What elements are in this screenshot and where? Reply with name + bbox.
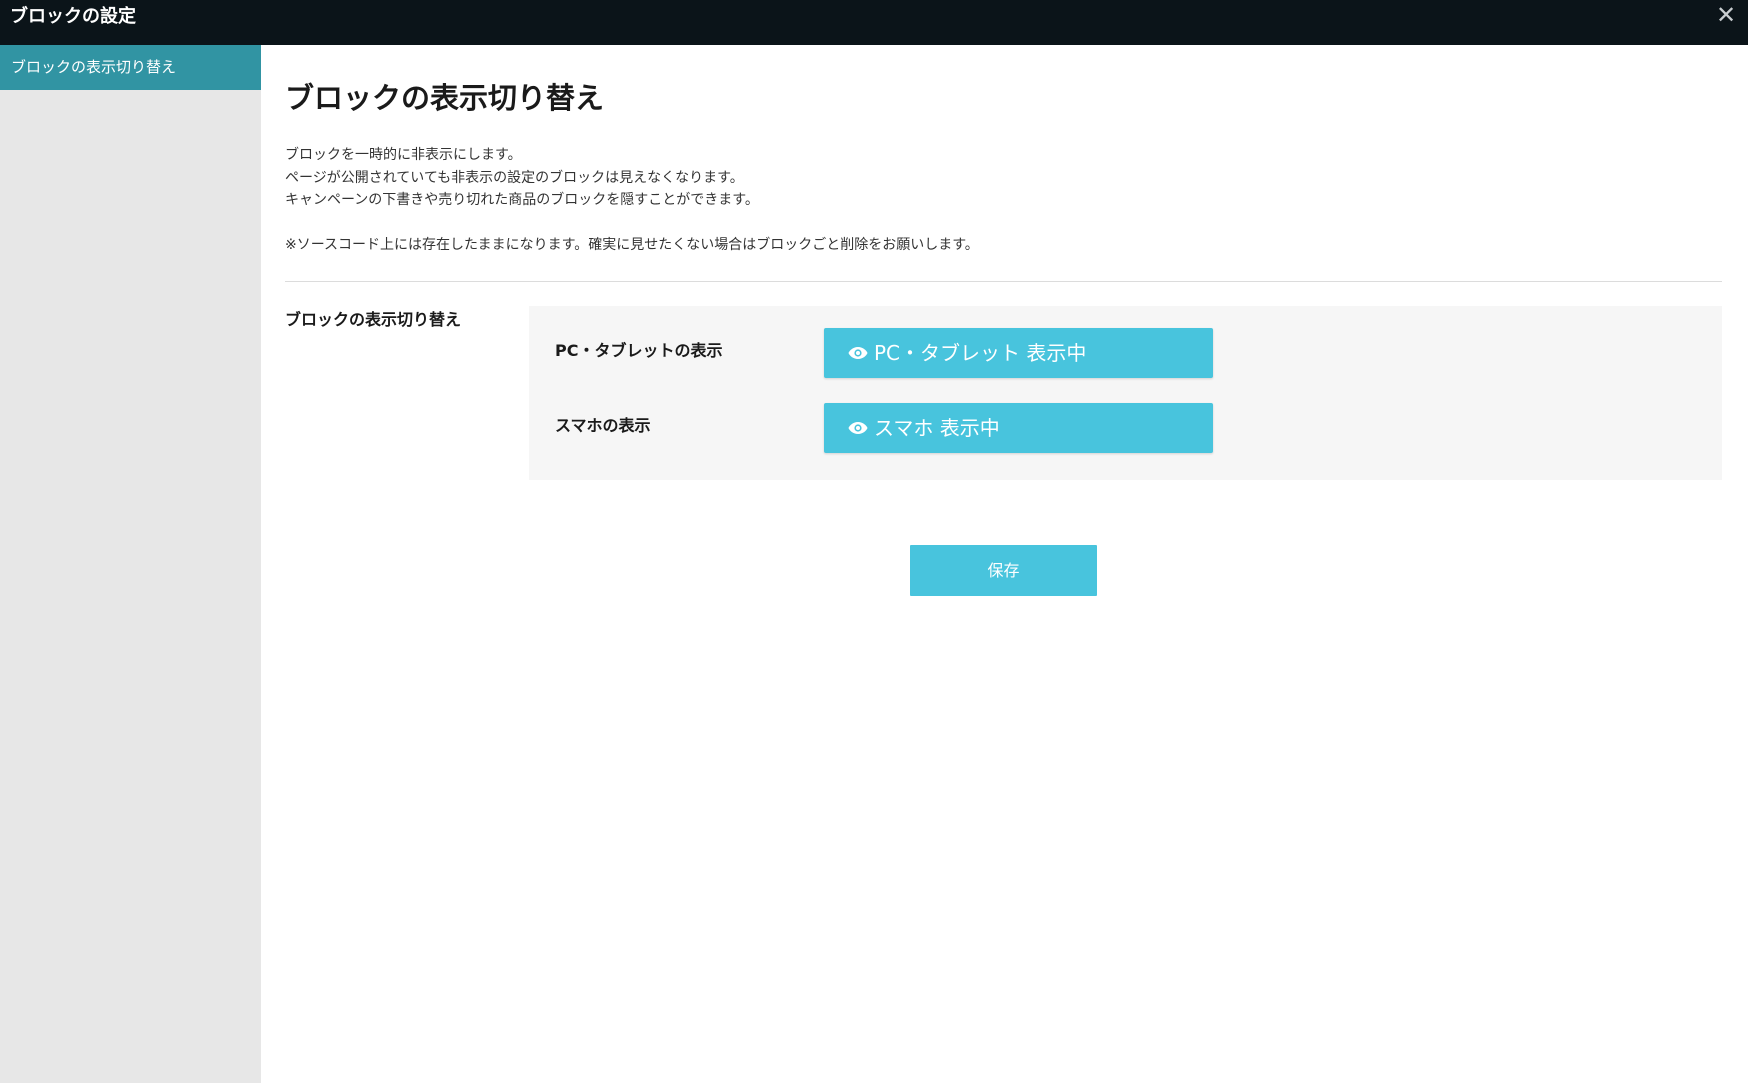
eye-icon xyxy=(848,422,868,434)
smartphone-toggle-button[interactable]: スマホ 表示中 xyxy=(824,403,1213,453)
main-content: ブロックの表示切り替え ブロックを一時的に非表示にします。 ページが公開されてい… xyxy=(261,45,1748,1083)
window-titlebar: ブロックの設定 ✕ xyxy=(0,0,1748,45)
close-icon[interactable]: ✕ xyxy=(1712,1,1740,29)
page-title: ブロックの表示切り替え xyxy=(285,81,605,115)
pc-tablet-label: PC・タブレットの表示 xyxy=(555,341,723,360)
section-label: ブロックの表示切り替え xyxy=(285,310,462,329)
save-button[interactable]: 保存 xyxy=(910,545,1097,596)
section-divider xyxy=(285,281,1722,282)
description: ブロックを一時的に非表示にします。 ページが公開されていても非表示の設定のブロッ… xyxy=(285,144,979,256)
sidebar: ブロックの表示切り替え xyxy=(0,45,261,1083)
smartphone-toggle-label: スマホ 表示中 xyxy=(874,416,1000,440)
description-line-2: ページが公開されていても非表示の設定のブロックは見えなくなります。 xyxy=(285,169,744,186)
description-line-3: キャンペーンの下書きや売り切れた商品のブロックを隠すことができます。 xyxy=(285,192,759,208)
pc-tablet-toggle-button[interactable]: PC・タブレット 表示中 xyxy=(824,328,1213,378)
visibility-panel: PC・タブレットの表示 PC・タブレット 表示中 スマホの表示 スマホ 表示中 xyxy=(529,306,1722,480)
sidebar-item-block-visibility[interactable]: ブロックの表示切り替え xyxy=(0,45,261,90)
smartphone-label: スマホの表示 xyxy=(555,416,651,435)
eye-icon xyxy=(848,347,868,359)
pc-tablet-toggle-label: PC・タブレット 表示中 xyxy=(874,341,1087,365)
description-line-1: ブロックを一時的に非表示にします。 xyxy=(285,147,522,163)
window-title: ブロックの設定 xyxy=(10,6,136,27)
description-note: ※ソースコード上には存在したままになります。確実に見せたくない場合はブロックごと… xyxy=(285,236,979,253)
sidebar-item-label: ブロックの表示切り替え xyxy=(11,58,177,76)
